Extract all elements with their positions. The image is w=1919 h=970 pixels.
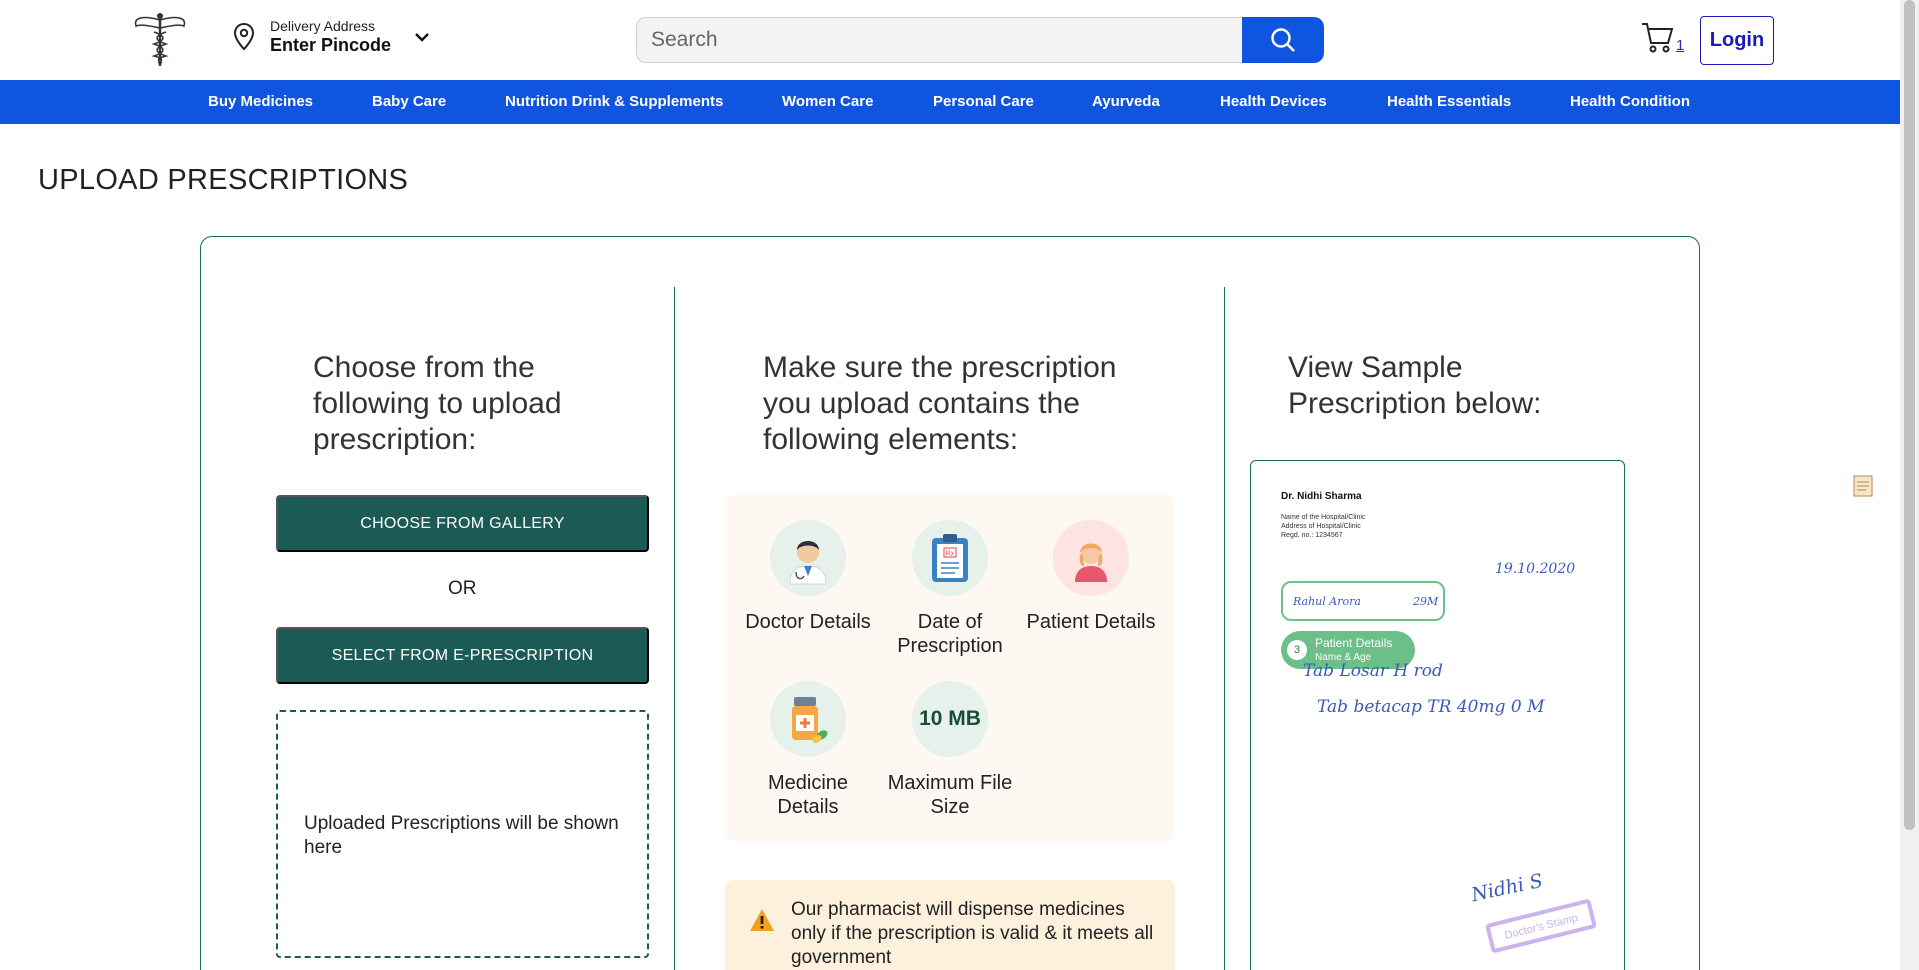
- nav-item-health-essentials[interactable]: Health Essentials: [1387, 93, 1511, 110]
- requirements-heading: Make sure the prescription you upload co…: [763, 351, 1117, 456]
- login-button[interactable]: Login: [1700, 16, 1774, 65]
- clipboard-rx-icon: Rx: [932, 534, 968, 582]
- sample-hospital-name: Name of the Hospital/Clinic: [1281, 514, 1366, 521]
- nav-item-personal-care[interactable]: Personal Care: [933, 93, 1034, 110]
- select-e-prescription-button[interactable]: SELECT FROM E-PRESCRIPTION: [276, 627, 649, 684]
- sample-doctor-name: Dr. Nidhi Sharma: [1281, 491, 1362, 502]
- nav-item-health-devices[interactable]: Health Devices: [1220, 93, 1327, 110]
- caduceus-logo-icon[interactable]: [132, 10, 188, 68]
- sample-patient-age: 29M: [1413, 595, 1439, 608]
- sample-rx-line-1: Tab Losar H rod: [1303, 661, 1443, 681]
- sample-heading: View Sample Prescription below:: [1288, 351, 1542, 420]
- file-size-badge: 10 MB: [919, 707, 981, 730]
- sample-date: 19.10.2020: [1495, 561, 1576, 577]
- search-button[interactable]: [1242, 17, 1324, 63]
- scrollbar-thumb[interactable]: [1904, 0, 1915, 830]
- doctor-details-item: Doctor Details: [743, 520, 873, 634]
- cart-button[interactable]: 1: [1640, 19, 1686, 59]
- upload-heading: Choose from the following to upload pres…: [313, 351, 562, 456]
- address-label: Delivery Address: [270, 18, 376, 34]
- patient-details-item: Patient Details: [1026, 520, 1156, 634]
- svg-text:Rx: Rx: [946, 551, 955, 558]
- patient-details-label: Patient Details: [1026, 611, 1156, 633]
- category-nav: Buy Medicines Baby Care Nutrition Drink …: [0, 80, 1900, 124]
- sample-doctor-stamp: Doctor's Stamp: [1484, 898, 1598, 954]
- search-input[interactable]: [636, 17, 1242, 63]
- max-file-size-label: Maximum File Size: [887, 772, 1013, 818]
- sample-reg-no: Regd. no.: 1234567: [1281, 532, 1343, 539]
- page: Delivery Address Enter Pincode 1: [0, 0, 1919, 970]
- dropzone-text: Uploaded Prescriptions will be shown her…: [304, 813, 619, 858]
- cart-count[interactable]: 1: [1676, 37, 1684, 54]
- patient-icon: [1075, 543, 1107, 582]
- medicine-icon: [792, 697, 828, 744]
- medicine-details-label: Medicine Details: [767, 772, 849, 818]
- delivery-address-selector[interactable]: Delivery Address Enter Pincode: [232, 18, 431, 56]
- nav-item-buy-medicines[interactable]: Buy Medicines: [208, 93, 313, 110]
- document-side-icon[interactable]: [1852, 474, 1874, 498]
- required-elements-panel: Doctor Details Rx Date of Prescription P…: [725, 495, 1175, 841]
- header: Delivery Address Enter Pincode 1: [0, 0, 1900, 80]
- page-title: UPLOAD PRESCRIPTIONS: [38, 164, 409, 196]
- warning-text: Our pharmacist will dispense medicines o…: [791, 899, 1154, 968]
- sample-rx-line-2: Tab betacap TR 40mg 0 M: [1317, 697, 1545, 717]
- nav-item-nutrition[interactable]: Nutrition Drink & Supplements: [505, 93, 723, 110]
- choose-from-gallery-button[interactable]: CHOOSE FROM GALLERY: [276, 495, 649, 552]
- sample-prescription[interactable]: Dr. Nidhi Sharma Name of the Hospital/Cl…: [1250, 460, 1625, 970]
- medicine-details-item: Medicine Details: [743, 681, 873, 819]
- sample-signature: Nidhi S: [1469, 869, 1545, 907]
- tag-number: 3: [1287, 640, 1307, 660]
- nav-item-ayurveda[interactable]: Ayurveda: [1092, 93, 1160, 110]
- column-divider: [1224, 287, 1225, 970]
- doctor-details-label: Doctor Details: [745, 611, 871, 633]
- column-divider: [674, 287, 675, 970]
- doctor-icon: [789, 541, 827, 585]
- date-of-prescription-label: Date of Prescription: [897, 611, 1003, 657]
- address-text: Delivery Address Enter Pincode: [270, 18, 391, 56]
- or-separator: OR: [448, 578, 477, 599]
- max-file-size-item: 10 MB Maximum File Size: [885, 681, 1015, 819]
- location-pin-icon: [233, 22, 255, 51]
- patient-highlight-box: Rahul Arora 29M: [1281, 581, 1445, 621]
- uploaded-prescriptions-dropzone[interactable]: Uploaded Prescriptions will be shown her…: [276, 710, 649, 958]
- warning-icon: [750, 909, 774, 931]
- sample-patient-name: Rahul Arora: [1293, 595, 1361, 608]
- date-of-prescription-item: Rx Date of Prescription: [885, 520, 1015, 658]
- pharmacist-warning: Our pharmacist will dispense medicines o…: [725, 880, 1175, 970]
- sample-hospital-address: Address of Hospital/Clinic: [1281, 523, 1361, 530]
- page-scrollbar[interactable]: [1900, 0, 1919, 970]
- nav-item-women-care[interactable]: Women Care: [782, 93, 873, 110]
- chevron-down-icon[interactable]: [413, 28, 431, 46]
- address-value: Enter Pincode: [270, 35, 392, 55]
- nav-item-health-condition[interactable]: Health Condition: [1570, 93, 1690, 110]
- cart-icon: [1642, 23, 1674, 53]
- nav-item-baby-care[interactable]: Baby Care: [372, 93, 446, 110]
- tag-title: Patient Details: [1315, 636, 1393, 650]
- search-icon: [1271, 28, 1295, 52]
- search-bar: [636, 17, 1324, 63]
